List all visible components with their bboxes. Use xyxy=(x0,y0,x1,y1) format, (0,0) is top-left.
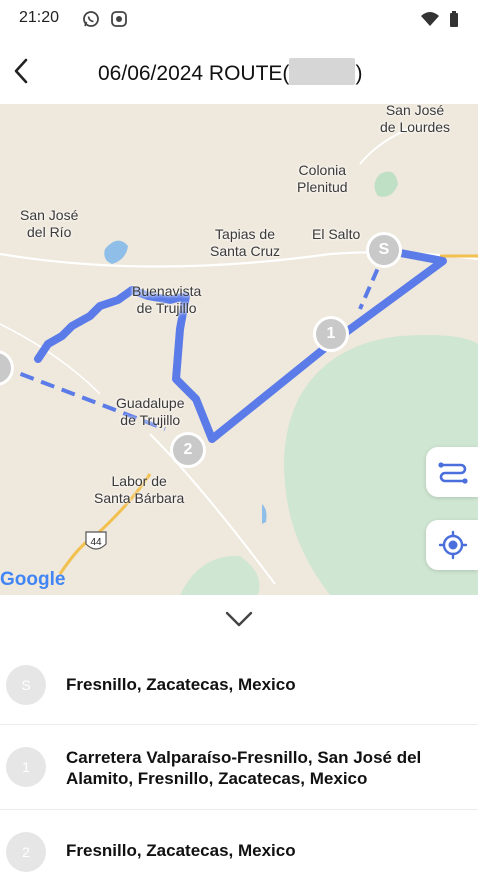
map-label-tapias-de-santa-cruz: Tapias de Santa Cruz xyxy=(210,226,281,259)
stop-badge: S xyxy=(6,665,46,705)
chevron-left-icon xyxy=(4,58,44,96)
water xyxy=(104,240,128,264)
whatsapp-icon xyxy=(82,10,100,28)
wifi-icon xyxy=(420,10,439,28)
stop-address: Carretera Valparaíso-Fresnillo, San José… xyxy=(66,748,422,788)
stop-list-item[interactable]: 2 Fresnillo, Zacatecas, Mexico xyxy=(0,810,478,872)
stop-list: S Fresnillo, Zacatecas, Mexico 1 Carrete… xyxy=(0,642,478,872)
google-attribution: Google xyxy=(0,569,65,591)
svg-text:44: 44 xyxy=(90,537,102,548)
route-toggle-button[interactable] xyxy=(426,447,478,497)
my-location-button[interactable] xyxy=(426,520,478,570)
map-canvas: 44 xyxy=(0,123,478,595)
title-suffix: ) xyxy=(355,62,363,85)
chevron-down-icon xyxy=(219,611,259,636)
map-label-colonia-plenitud: Colonia Plenitud xyxy=(297,162,348,195)
map-label-san-jose-del-rio: San José del Río xyxy=(20,207,79,240)
collapse-panel-button[interactable] xyxy=(219,606,259,632)
map-label-labor-de-santa-barbara: Labor de Santa Bárbara xyxy=(94,473,185,506)
status-time: 21:20 xyxy=(19,9,60,26)
title-prefix: 06/06/2024 ROUTE( xyxy=(98,62,290,85)
green-area xyxy=(374,171,398,197)
map-label-guadalupe-de-trujillo: Guadalupe de Trujillo xyxy=(116,395,185,428)
map-label-buenavista-de-trujillo: Buenavista de Trujillo xyxy=(132,283,202,316)
status-bar: 21:20 xyxy=(0,0,478,38)
map-marker-stop-2[interactable]: 2 xyxy=(170,432,206,468)
back-button[interactable] xyxy=(4,52,44,92)
stop-address: Fresnillo, Zacatecas, Mexico xyxy=(66,675,296,694)
redacted-route-name xyxy=(289,58,356,85)
map-marker-stop-1[interactable]: 1 xyxy=(313,316,349,352)
highway-shield: 44 xyxy=(85,531,107,550)
stop-list-item[interactable]: S Fresnillo, Zacatecas, Mexico xyxy=(0,642,478,725)
map-marker-start[interactable]: S xyxy=(366,232,402,268)
stop-address: Fresnillo, Zacatecas, Mexico xyxy=(66,841,296,860)
app-header: 06/06/2024 ROUTE() xyxy=(0,38,478,104)
stop-badge: 2 xyxy=(6,832,46,872)
record-icon xyxy=(110,10,128,28)
route-map[interactable]: 44 San José de Lourdes Colonia Plenitud Sa… xyxy=(0,104,478,595)
google-attribution-text: Google xyxy=(0,569,66,590)
green-area xyxy=(180,555,260,595)
page-title: 06/06/2024 ROUTE() xyxy=(98,58,362,86)
map-label-el-salto: El Salto xyxy=(312,226,361,242)
stop-badge: 1 xyxy=(6,747,46,787)
battery-icon xyxy=(448,10,460,28)
water xyxy=(262,504,267,524)
stop-list-item[interactable]: 1 Carretera Valparaíso-Fresnillo, San Jo… xyxy=(0,725,478,810)
map-label-san-jose-de-lourdes: San José de Lourdes xyxy=(380,104,451,135)
